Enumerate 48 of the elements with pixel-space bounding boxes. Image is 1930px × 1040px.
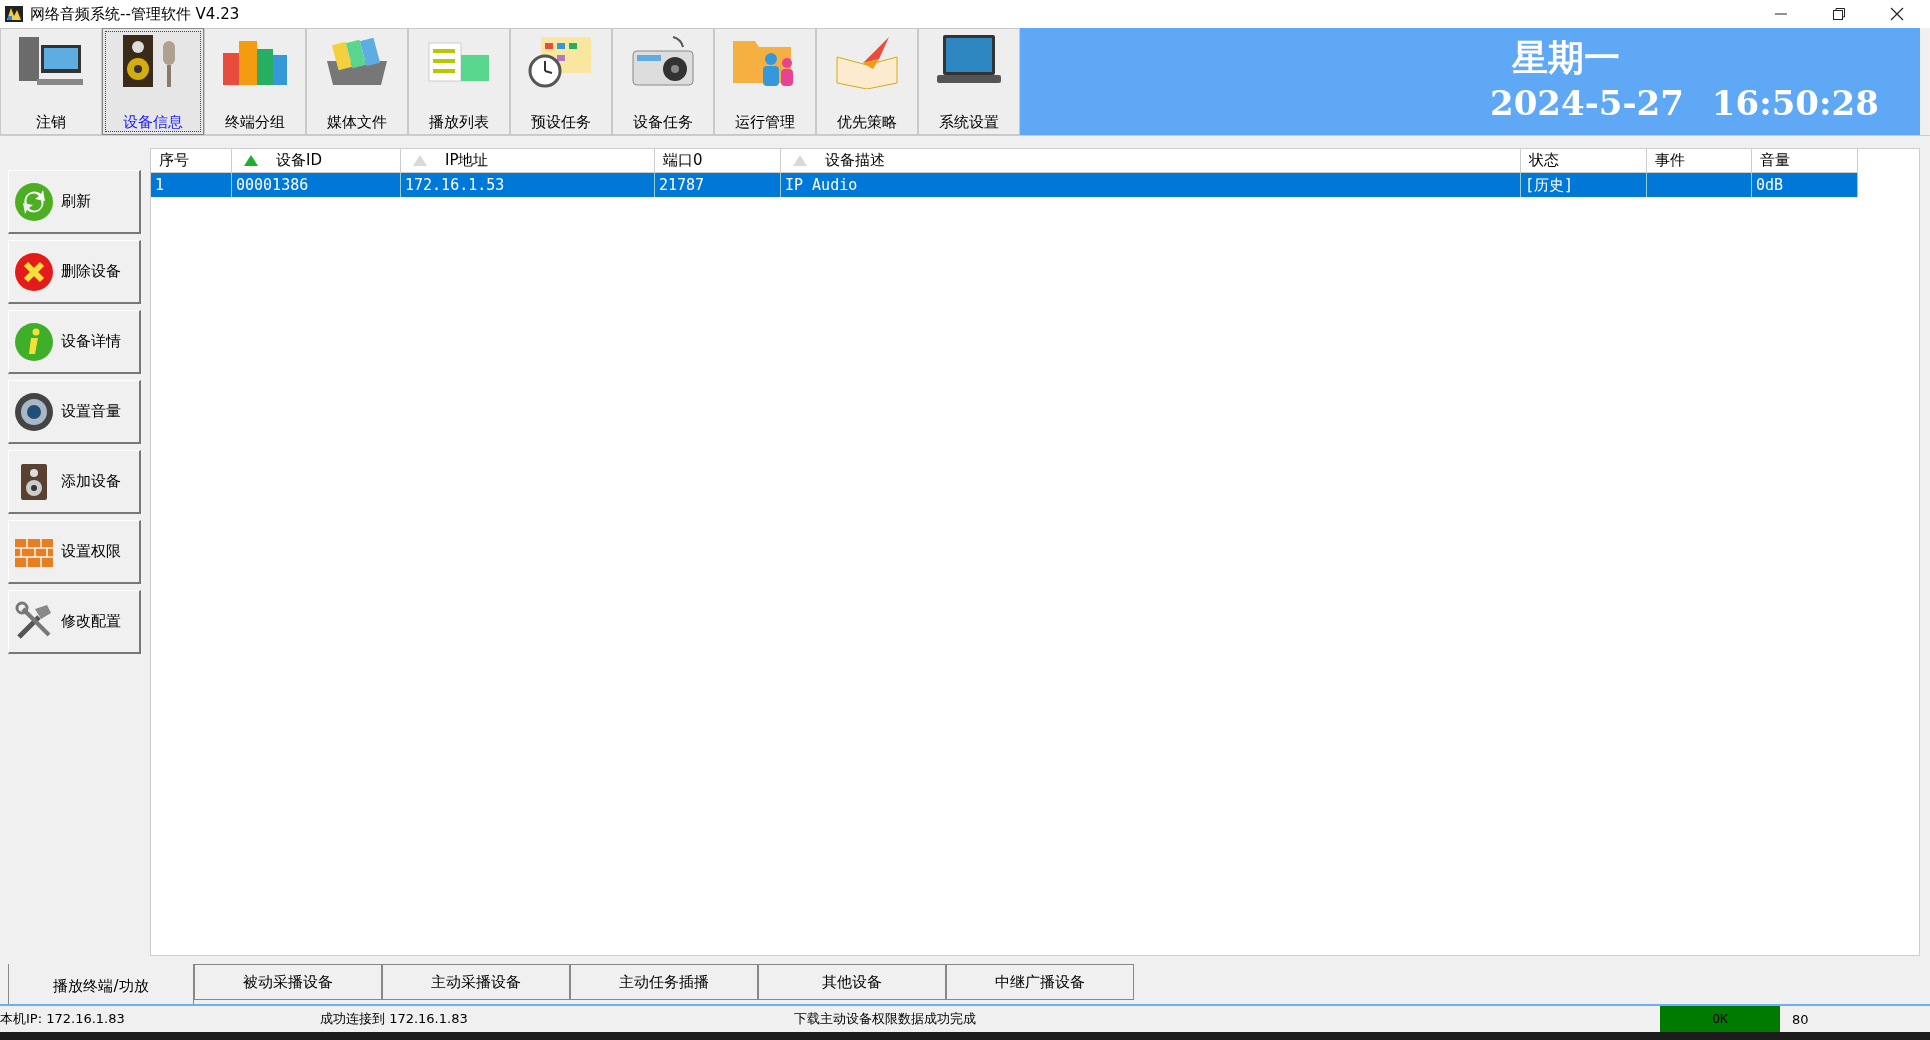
toolbar-button[interactable]: 运行管理 xyxy=(714,28,816,135)
connection-status-text: 成功连接到 172.16.1.83 xyxy=(320,1010,469,1028)
info-icon xyxy=(13,320,55,363)
toolbar-button[interactable]: 终端分组 xyxy=(204,28,306,135)
sidebar-button[interactable]: 添加设备 xyxy=(8,450,141,514)
app-logo-icon xyxy=(4,4,24,24)
status-value: 80 xyxy=(1791,1011,1809,1027)
table-cell: 1 xyxy=(155,176,165,194)
toolbar-button[interactable]: 注销 xyxy=(0,28,102,135)
toolbar-button[interactable]: 系统设置 xyxy=(918,28,1020,135)
toolbar-button[interactable]: 预设任务 xyxy=(510,28,612,135)
table-cell: 00001386 xyxy=(236,176,309,194)
toolbar-button[interactable]: 播放列表 xyxy=(408,28,510,135)
window-title: 网络音频系统--管理软件 V4.23 xyxy=(30,4,240,24)
device-type-tab[interactable]: 主动采播设备 xyxy=(382,964,570,1000)
device-type-tab[interactable]: 中继广播设备 xyxy=(946,964,1134,1000)
toolbar-button[interactable]: 设备任务 xyxy=(612,28,714,135)
device-type-tab[interactable]: 其他设备 xyxy=(758,964,946,1000)
sidebar-button[interactable]: 设置权限 xyxy=(8,520,141,584)
toolbar-button[interactable]: 媒体文件 xyxy=(306,28,408,135)
table-cell: [历史] xyxy=(1525,176,1574,194)
table-cell: IP Audio xyxy=(785,176,858,194)
toolbar-button[interactable]: 设备信息 xyxy=(102,28,204,135)
close-icon[interactable] xyxy=(1890,7,1904,21)
sidebar-button[interactable]: 设备详情 xyxy=(8,310,141,374)
refresh-icon xyxy=(13,180,55,223)
table-row[interactable]: 1 00001386 172.16.1.53 21787 IP Audio [历史] 0dB xyxy=(151,173,1858,197)
date-text: 2024-5-27 xyxy=(1490,83,1684,123)
sidebar-button[interactable]: 刷新 xyxy=(8,170,141,234)
radio-icon xyxy=(629,33,697,89)
device-type-tab[interactable]: 被动采播设备 xyxy=(194,964,382,1000)
delete-icon xyxy=(13,250,55,293)
device-type-tab[interactable]: 主动任务插播 xyxy=(570,964,758,1000)
status-message: 下载主动设备权限数据成功完成 xyxy=(794,1010,977,1028)
volume-knob-icon xyxy=(13,390,55,433)
sidebar-button[interactable]: 修改配置 xyxy=(8,590,141,654)
toolbar-button[interactable]: 优先策略 xyxy=(816,28,918,135)
time-text: 16:50:28 xyxy=(1711,83,1879,123)
table-cell: 0dB xyxy=(1756,176,1784,194)
sidebar-button[interactable]: 删除设备 xyxy=(8,240,141,304)
weekday-text: 星期一 xyxy=(1512,35,1620,80)
local-ip-text: 本机IP: 172.16.1.83 xyxy=(0,1010,126,1028)
restore-icon[interactable] xyxy=(1832,7,1846,21)
table-cell: 172.16.1.53 xyxy=(405,176,505,194)
table-cell: 21787 xyxy=(659,176,705,194)
status-indicator: OK xyxy=(1660,1006,1780,1032)
device-type-tab[interactable]: 播放终端/功放 xyxy=(8,964,194,1004)
sidebar-button[interactable]: 设置音量 xyxy=(8,380,141,444)
